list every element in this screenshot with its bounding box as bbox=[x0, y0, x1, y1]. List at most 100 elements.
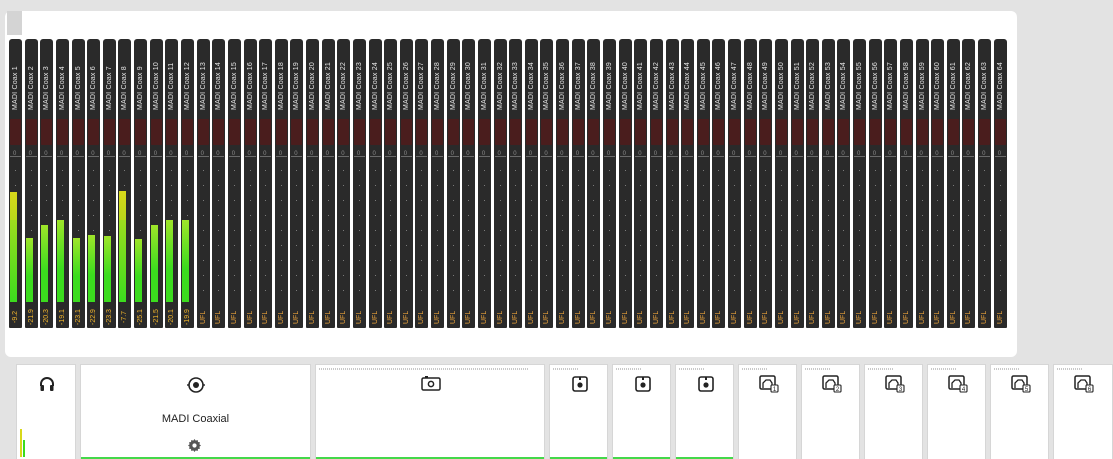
channel-strip[interactable]: MADI Coax 3 0 -20.3 bbox=[40, 39, 54, 328]
channel-strip[interactable]: MADI Coax 27 0 UFL bbox=[415, 39, 429, 328]
channel-strip[interactable]: MADI Coax 30 0 UFL bbox=[462, 39, 476, 328]
channel-strip[interactable]: MADI Coax 23 0 UFL bbox=[352, 39, 366, 328]
channel-strip[interactable]: MADI Coax 2 0 -21.9 bbox=[24, 39, 38, 328]
channel-strip[interactable]: MADI Coax 34 0 UFL bbox=[524, 39, 538, 328]
channel-strip[interactable]: MADI Coax 29 0 UFL bbox=[446, 39, 460, 328]
level-meter: 0 bbox=[557, 145, 569, 302]
scale-dot bbox=[921, 275, 923, 276]
level-meter: 0 bbox=[447, 145, 459, 302]
camera-input-tile[interactable] bbox=[315, 364, 545, 459]
channel-level-readout: -7.7 bbox=[121, 310, 129, 324]
channel-strip[interactable]: MADI Coax 1 0 -9.2 bbox=[9, 39, 22, 328]
network-output-tile-5[interactable]: 5 bbox=[990, 364, 1049, 459]
channel-strip[interactable]: MADI Coax 40 0 UFL bbox=[618, 39, 632, 328]
network-output-tile-4[interactable]: 4 bbox=[927, 364, 986, 459]
channel-strip[interactable]: MADI Coax 10 0 -21.5 bbox=[149, 39, 163, 328]
channel-strip[interactable]: MADI Coax 35 0 UFL bbox=[540, 39, 554, 328]
channel-strip[interactable]: MADI Coax 31 0 UFL bbox=[477, 39, 491, 328]
channel-strip[interactable]: MADI Coax 9 0 -25.1 bbox=[134, 39, 147, 328]
channel-strip[interactable]: MADI Coax 39 0 UFL bbox=[602, 39, 616, 328]
scale-dot bbox=[61, 170, 63, 171]
headphones-output-tile[interactable] bbox=[16, 364, 76, 459]
level-meter: 0 bbox=[10, 145, 21, 302]
scale-dot bbox=[93, 185, 95, 186]
channel-strip[interactable]: MADI Coax 32 0 UFL bbox=[493, 39, 507, 328]
channel-strip[interactable]: MADI Coax 57 0 UFL bbox=[884, 39, 898, 328]
channel-strip[interactable]: MADI Coax 5 0 -23.1 bbox=[71, 39, 85, 328]
channel-strip[interactable]: MADI Coax 24 0 UFL bbox=[368, 39, 382, 328]
channel-strip[interactable]: MADI Coax 55 0 UFL bbox=[853, 39, 866, 328]
network-output-tile-1[interactable]: 1 bbox=[738, 364, 797, 459]
scale-dot bbox=[233, 230, 235, 231]
channel-strip[interactable]: MADI Coax 42 0 UFL bbox=[649, 39, 663, 328]
channel-strip[interactable]: MADI Coax 21 0 UFL bbox=[321, 39, 335, 328]
channel-strip[interactable]: MADI Coax 18 0 UFL bbox=[274, 39, 288, 328]
channel-strip[interactable]: MADI Coax 20 0 UFL bbox=[306, 39, 319, 328]
network-output-tile-2[interactable]: 2 bbox=[801, 364, 860, 459]
channel-strip[interactable]: MADI Coax 52 0 UFL bbox=[806, 39, 820, 328]
channel-strip[interactable]: MADI Coax 47 0 UFL bbox=[728, 39, 741, 328]
channel-strip[interactable]: MADI Coax 12 0 -19.9 bbox=[180, 39, 194, 328]
channel-strip[interactable]: MADI Coax 41 0 UFL bbox=[634, 39, 648, 328]
channel-strip[interactable]: MADI Coax 36 0 UFL bbox=[556, 39, 570, 328]
channel-strip[interactable]: MADI Coax 54 0 UFL bbox=[837, 39, 851, 328]
network-output-tile-6[interactable]: 6 bbox=[1053, 364, 1113, 459]
channel-strip[interactable]: MADI Coax 25 0 UFL bbox=[384, 39, 398, 328]
analog-input-tile-1[interactable] bbox=[549, 364, 608, 459]
channel-strip[interactable]: MADI Coax 15 0 UFL bbox=[227, 39, 241, 328]
channel-strip[interactable]: MADI Coax 62 0 UFL bbox=[962, 39, 976, 328]
channel-strip[interactable]: MADI Coax 8 0 -7.7 bbox=[118, 39, 132, 328]
channel-name: MADI Coax 22 bbox=[340, 62, 348, 110]
channel-strip[interactable]: MADI Coax 38 0 UFL bbox=[587, 39, 601, 328]
channel-level-readout: UFL bbox=[465, 310, 473, 324]
channel-name: MADI Coax 62 bbox=[965, 62, 973, 110]
channel-strip[interactable]: MADI Coax 43 0 UFL bbox=[665, 39, 679, 328]
level-meter: 0 bbox=[963, 145, 975, 302]
madi-coaxial-tile[interactable]: MADI Coaxial bbox=[80, 364, 311, 459]
channel-strip[interactable]: MADI Coax 48 0 UFL bbox=[743, 39, 757, 328]
channel-strip[interactable]: MADI Coax 60 0 UFL bbox=[931, 39, 945, 328]
scale-dot bbox=[608, 290, 610, 291]
channel-strip[interactable]: MADI Coax 51 0 UFL bbox=[790, 39, 804, 328]
channel-strip[interactable]: MADI Coax 53 0 UFL bbox=[821, 39, 835, 328]
channel-strip[interactable]: MADI Coax 19 0 UFL bbox=[290, 39, 304, 328]
channel-strip[interactable]: MADI Coax 37 0 UFL bbox=[571, 39, 585, 328]
network-output-tile-3[interactable]: 3 bbox=[864, 364, 923, 459]
level-meter: 0 bbox=[416, 145, 428, 302]
channel-level-readout: UFL bbox=[699, 310, 707, 324]
analog-input-tile-3[interactable] bbox=[675, 364, 734, 459]
level-meter: 0 bbox=[869, 145, 881, 302]
channel-strip[interactable]: MADI Coax 16 0 UFL bbox=[243, 39, 257, 328]
scale-dot bbox=[999, 215, 1001, 216]
channel-strip[interactable]: MADI Coax 45 0 UFL bbox=[696, 39, 710, 328]
channel-strip[interactable]: MADI Coax 28 0 UFL bbox=[431, 39, 444, 328]
channel-strip[interactable]: MADI Coax 49 0 UFL bbox=[759, 39, 773, 328]
channel-strip[interactable]: MADI Coax 17 0 UFL bbox=[259, 39, 273, 328]
channel-strip[interactable]: MADI Coax 33 0 UFL bbox=[509, 39, 523, 328]
clip-indicator bbox=[775, 119, 787, 145]
channel-strip[interactable]: MADI Coax 63 0 UFL bbox=[978, 39, 992, 328]
channel-strip[interactable]: MADI Coax 59 0 UFL bbox=[915, 39, 929, 328]
channel-strip[interactable]: MADI Coax 56 0 UFL bbox=[868, 39, 882, 328]
scale-dot bbox=[358, 230, 360, 231]
channel-strip[interactable]: MADI Coax 44 0 UFL bbox=[681, 39, 695, 328]
scale-dot bbox=[155, 170, 157, 171]
channel-strip[interactable]: MADI Coax 46 0 UFL bbox=[712, 39, 726, 328]
gear-icon[interactable] bbox=[187, 438, 201, 452]
channel-strip[interactable]: MADI Coax 50 0 UFL bbox=[774, 39, 788, 328]
clip-indicator bbox=[807, 119, 819, 145]
channel-strip[interactable]: MADI Coax 14 0 UFL bbox=[212, 39, 226, 328]
channel-strip[interactable]: MADI Coax 6 0 -22.9 bbox=[87, 39, 101, 328]
channel-level-readout: UFL bbox=[652, 310, 660, 324]
channel-strip[interactable]: MADI Coax 13 0 UFL bbox=[196, 39, 210, 328]
channel-strip[interactable]: MADI Coax 61 0 UFL bbox=[946, 39, 960, 328]
channel-strip[interactable]: MADI Coax 22 0 UFL bbox=[337, 39, 351, 328]
channel-strip[interactable]: MADI Coax 58 0 UFL bbox=[899, 39, 913, 328]
channel-strip[interactable]: MADI Coax 4 0 -19.1 bbox=[55, 39, 69, 328]
channel-strip[interactable]: MADI Coax 64 0 UFL bbox=[993, 39, 1007, 328]
analog-input-tile-2[interactable] bbox=[612, 364, 671, 459]
channel-strip[interactable]: MADI Coax 26 0 UFL bbox=[399, 39, 413, 328]
channel-strip[interactable]: MADI Coax 11 0 -20.1 bbox=[165, 39, 179, 328]
channel-strip[interactable]: MADI Coax 7 0 -23.3 bbox=[102, 39, 116, 328]
coax-connector-icon bbox=[187, 376, 205, 394]
